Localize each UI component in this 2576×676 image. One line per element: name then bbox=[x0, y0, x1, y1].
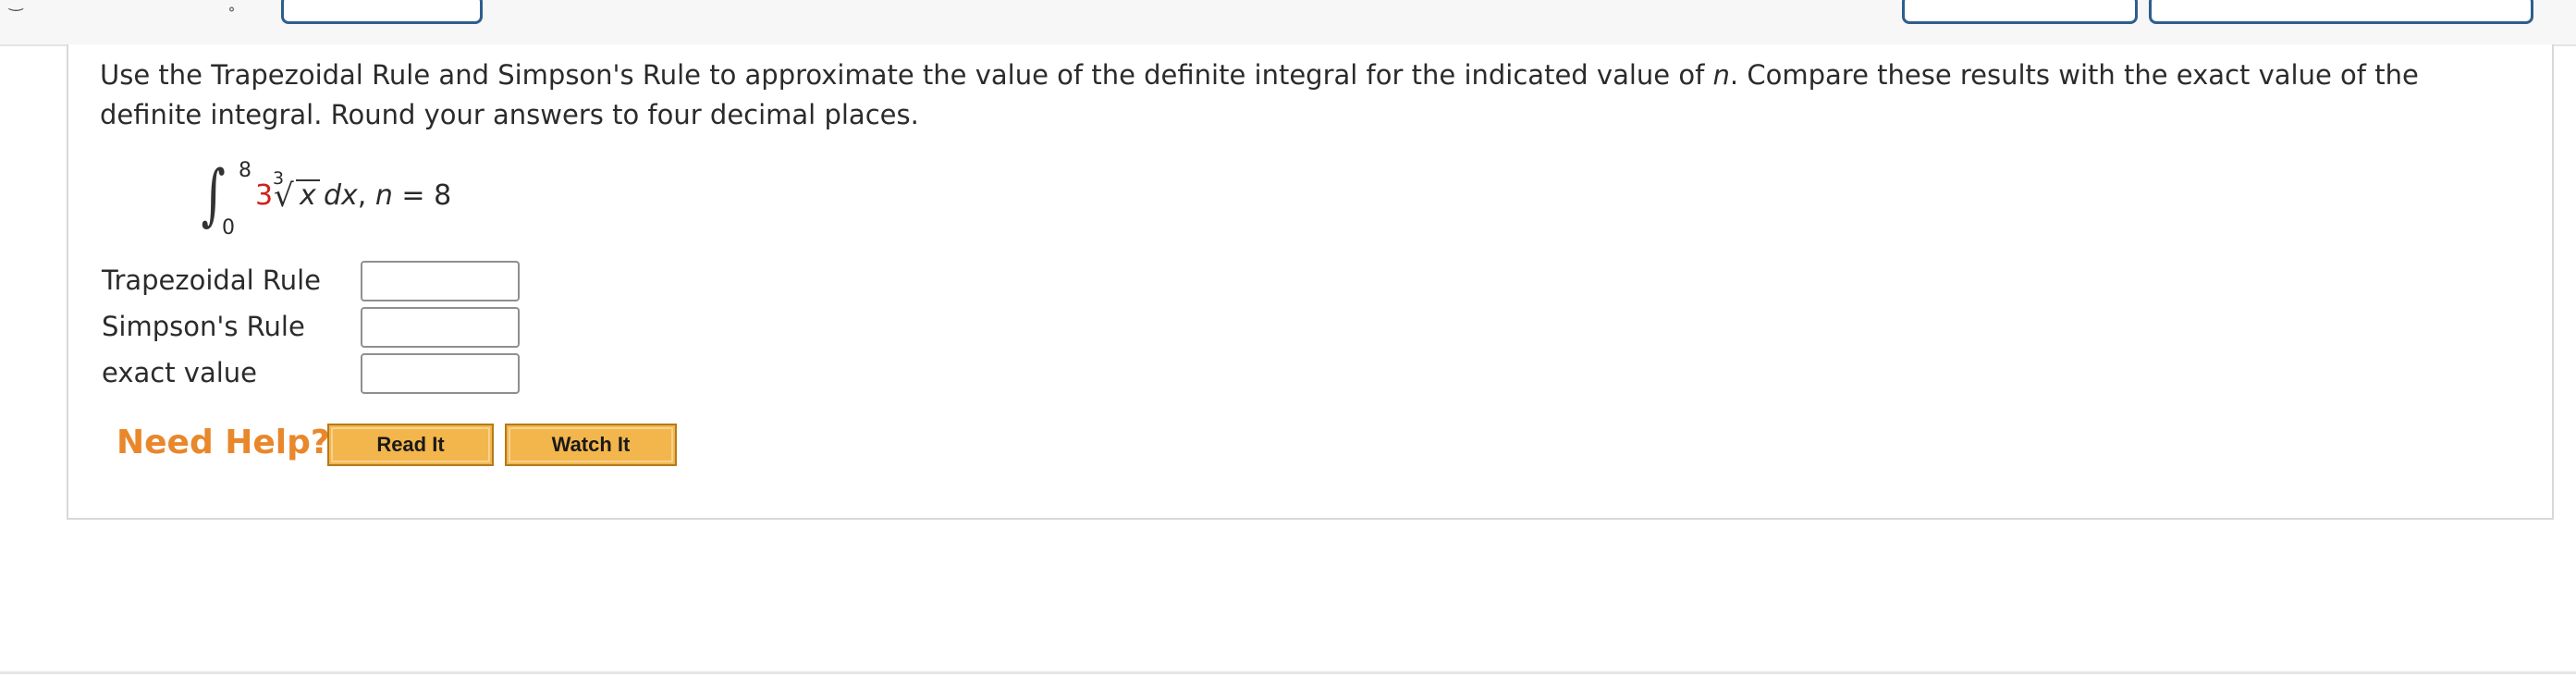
integral-tail: dx, n = 8 bbox=[324, 179, 451, 212]
n-variable: n bbox=[374, 179, 393, 212]
read-it-button[interactable]: Read It bbox=[327, 424, 494, 466]
integrand-coefficient: 3 bbox=[255, 179, 274, 212]
trapezoidal-rule-input[interactable] bbox=[361, 261, 520, 301]
need-help-section: Need Help? Read It Watch It bbox=[117, 422, 764, 466]
radicand: x bbox=[296, 179, 320, 211]
radical-sign-icon: √ bbox=[274, 178, 294, 215]
n-variable: n bbox=[1712, 59, 1730, 91]
n-value: = 8 bbox=[392, 179, 452, 212]
top-toolbar-button[interactable] bbox=[2149, 0, 2533, 24]
separator: , bbox=[357, 179, 375, 212]
watch-it-button[interactable]: Watch It bbox=[505, 424, 677, 466]
divider bbox=[0, 671, 2576, 674]
truncated-text-fragment: ‿ bbox=[9, 0, 23, 12]
definite-integral: ∫ 8 0 3 3 √ x dx, n = 8 bbox=[185, 154, 555, 242]
question-text: Use the Trapezoidal Rule and Simpson's R… bbox=[100, 55, 2522, 135]
trapezoidal-rule-label: Trapezoidal Rule bbox=[102, 264, 321, 296]
simpsons-rule-input[interactable] bbox=[361, 307, 520, 348]
need-help-label: Need Help? bbox=[117, 424, 330, 461]
exact-value-input[interactable] bbox=[361, 353, 520, 394]
top-toolbar: ‿ ˳ bbox=[0, 0, 2576, 46]
simpsons-rule-label: Simpson's Rule bbox=[102, 311, 305, 342]
question-text-part: Use the Trapezoidal Rule and Simpson's R… bbox=[100, 59, 1713, 91]
truncated-text-fragment: ˳ bbox=[227, 0, 236, 12]
upper-limit: 8 bbox=[239, 159, 251, 182]
top-toolbar-button[interactable] bbox=[281, 0, 483, 24]
lower-limit: 0 bbox=[222, 216, 235, 240]
differential: dx bbox=[324, 179, 358, 212]
exact-value-label: exact value bbox=[102, 357, 258, 388]
top-toolbar-button[interactable] bbox=[1902, 0, 2138, 24]
